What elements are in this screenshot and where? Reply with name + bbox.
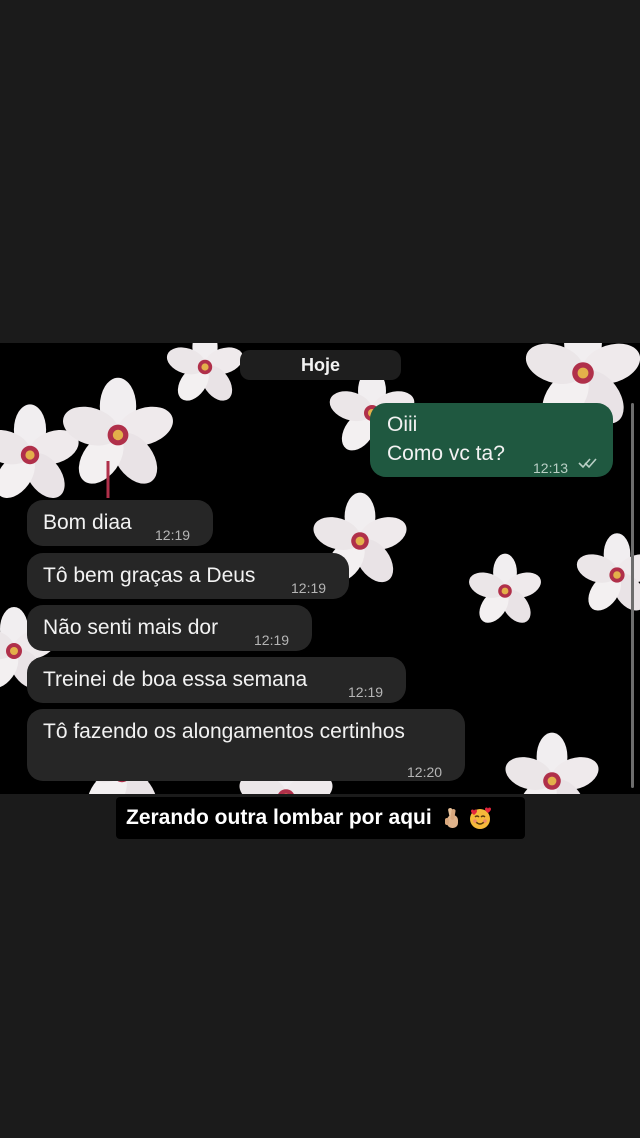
outgoing-message[interactable]: Oiii Como vc ta? 12:13 — [370, 403, 613, 477]
message-text: Oiii — [387, 413, 418, 436]
crossed-fingers-icon — [444, 808, 458, 828]
message-time: 12:19 — [155, 527, 191, 543]
message-text: Tô bem graças a Deus — [43, 564, 256, 587]
message-time: 12:19 — [348, 684, 384, 700]
date-chip: Hoje — [240, 350, 401, 380]
message-text: Não senti mais dor — [43, 616, 219, 639]
story-page: Hoje Oiii Como vc ta? 12:13 Bom diaa 12:… — [0, 0, 640, 1138]
incoming-message[interactable]: Não senti mais dor 12:19 — [27, 605, 312, 651]
message-time: 12:19 — [291, 580, 327, 596]
double-check-icon — [578, 458, 597, 469]
message-text: Treinei de boa essa semana — [43, 668, 308, 691]
flower-icon — [573, 533, 640, 617]
scrollbar[interactable] — [631, 403, 634, 788]
flower-icon — [501, 732, 603, 794]
flower-icon — [465, 553, 545, 629]
caption-text: Zerando outra lombar por aqui — [126, 806, 432, 829]
incoming-message[interactable]: Tô fazendo os alongamentos certinhos 12:… — [27, 709, 465, 781]
message-text: Como vc ta? — [387, 442, 505, 465]
message-time: 12:19 — [254, 632, 290, 648]
incoming-message[interactable]: Treinei de boa essa semana 12:19 — [27, 657, 406, 703]
flower-icon — [57, 377, 179, 492]
message-time: 12:13 — [533, 460, 569, 476]
message-text: Bom diaa — [43, 511, 132, 534]
message-text: Tô fazendo os alongamentos certinhos — [43, 720, 405, 743]
story-caption: Zerando outra lombar por aqui — [116, 797, 525, 839]
smiling-face-with-hearts-icon — [469, 807, 491, 829]
flower-icon — [163, 343, 247, 407]
message-time: 12:20 — [407, 764, 443, 780]
incoming-message[interactable]: Tô bem graças a Deus 12:19 — [27, 553, 349, 599]
incoming-message[interactable]: Bom diaa 12:19 — [27, 500, 213, 546]
chat-screenshot: Hoje Oiii Como vc ta? 12:13 Bom diaa 12:… — [0, 343, 640, 794]
